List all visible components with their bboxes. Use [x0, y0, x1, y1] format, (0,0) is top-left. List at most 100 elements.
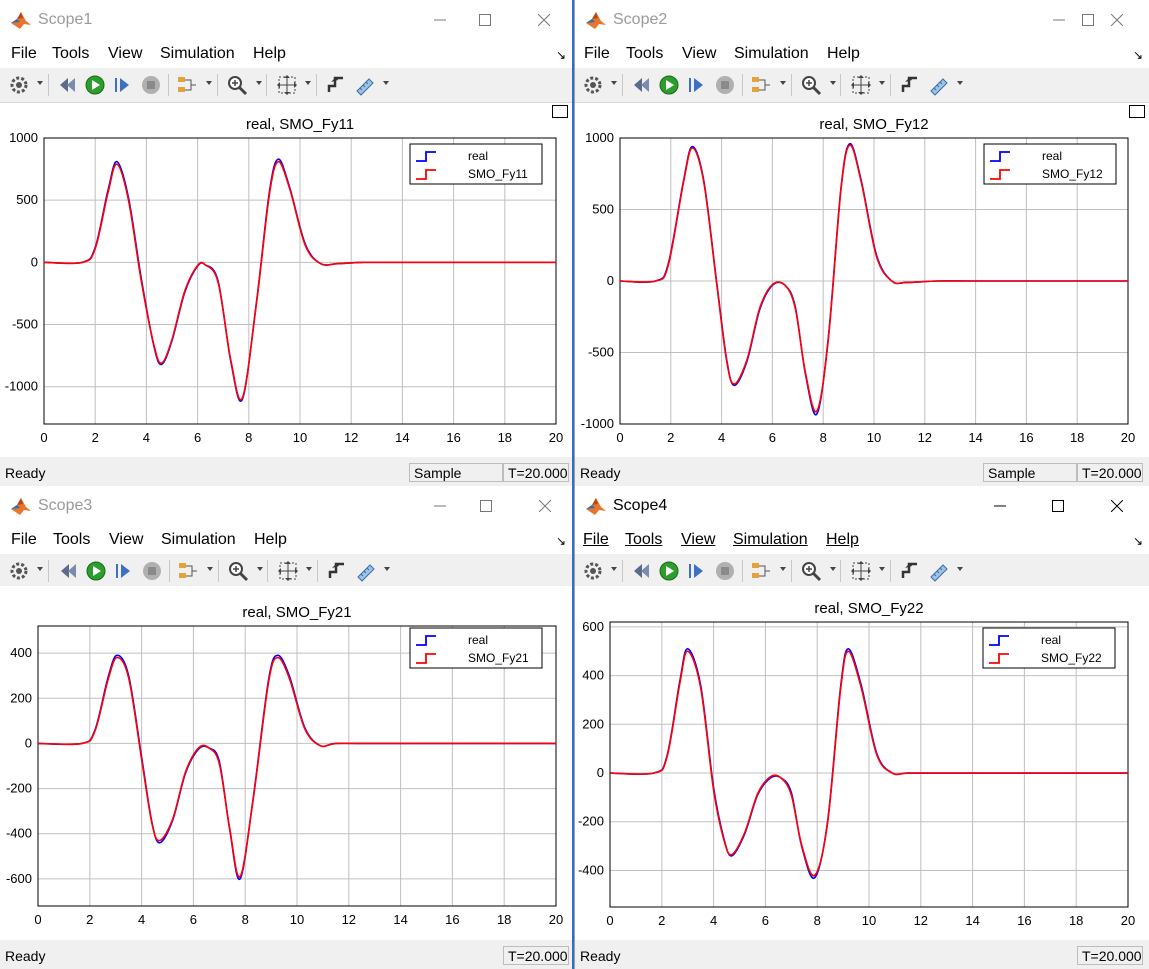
cursor-measurements-icon[interactable] — [928, 560, 950, 582]
menu-overflow-icon[interactable]: ↘ — [1133, 48, 1143, 62]
zoom-in-icon[interactable] — [227, 560, 249, 582]
maximize-button[interactable] — [468, 6, 502, 34]
stop-icon[interactable] — [140, 74, 162, 96]
menu-overflow-icon[interactable]: ↘ — [1133, 534, 1143, 548]
triggers-icon[interactable] — [899, 560, 921, 582]
menu-overflow-icon[interactable]: ↘ — [556, 48, 566, 62]
menu-simulation[interactable]: Simulation — [734, 45, 809, 63]
title-bar[interactable]: Scope2 — [575, 0, 1149, 40]
run-icon[interactable] — [85, 560, 107, 582]
chevron-down-icon[interactable] — [780, 81, 786, 85]
undock-icon[interactable] — [552, 105, 568, 118]
close-button[interactable] — [1100, 6, 1134, 34]
chevron-down-icon[interactable] — [383, 81, 389, 85]
maximize-button[interactable] — [469, 492, 503, 520]
rewind-icon[interactable] — [57, 560, 79, 582]
menu-simulation[interactable]: Simulation — [733, 531, 808, 549]
rewind-icon[interactable] — [56, 74, 78, 96]
chevron-down-icon[interactable] — [37, 81, 43, 85]
stop-icon[interactable] — [141, 560, 163, 582]
scope1-chart[interactable]: real, SMO_Fy11 0 2 4 6 8 10 12 14 16 18 20 -1000 -500… — [0, 103, 572, 457]
chevron-down-icon[interactable] — [780, 567, 786, 571]
zoom-in-icon[interactable] — [800, 560, 822, 582]
menu-file[interactable]: File — [584, 45, 610, 63]
zoom-in-icon[interactable] — [226, 74, 248, 96]
menu-file[interactable]: File — [11, 45, 37, 63]
scope3-chart[interactable]: real, SMO_Fy21 0 2 4 6 8 10 12 14 16 18 20 -600 -400 -… — [0, 586, 572, 944]
step-forward-icon[interactable] — [686, 74, 708, 96]
run-icon[interactable] — [658, 74, 680, 96]
step-forward-icon[interactable] — [112, 74, 134, 96]
stop-icon[interactable] — [714, 74, 736, 96]
scope4-chart[interactable]: real, SMO_Fy22 0 2 4 6 8 10 12 14 16 18 20 -400 -200 0… — [575, 586, 1149, 944]
step-forward-icon[interactable] — [686, 560, 708, 582]
run-icon[interactable] — [84, 74, 106, 96]
menu-simulation[interactable]: Simulation — [161, 531, 236, 549]
cursor-measurements-icon[interactable] — [355, 560, 377, 582]
chevron-down-icon[interactable] — [957, 567, 963, 571]
chevron-down-icon[interactable] — [384, 567, 390, 571]
chevron-down-icon[interactable] — [257, 567, 263, 571]
title-bar[interactable]: Scope4 — [575, 486, 1149, 526]
fit-to-view-icon[interactable] — [277, 560, 299, 582]
fit-to-view-icon[interactable] — [850, 74, 872, 96]
close-button[interactable] — [527, 6, 561, 34]
close-button[interactable] — [1100, 492, 1134, 520]
menu-view[interactable]: View — [108, 45, 142, 63]
triggers-icon[interactable] — [326, 560, 348, 582]
signal-selector-icon[interactable] — [176, 74, 198, 96]
menu-tools[interactable]: Tools — [53, 531, 90, 549]
menu-simulation[interactable]: Simulation — [160, 45, 235, 63]
cursor-measurements-icon[interactable] — [354, 74, 376, 96]
menu-help[interactable]: Help — [254, 531, 287, 549]
chevron-down-icon[interactable] — [957, 81, 963, 85]
gear-icon[interactable] — [582, 560, 604, 582]
chevron-down-icon[interactable] — [37, 567, 43, 571]
menu-file[interactable]: File — [583, 531, 609, 549]
menu-view[interactable]: View — [109, 531, 143, 549]
menu-tools[interactable]: Tools — [52, 45, 89, 63]
run-icon[interactable] — [658, 560, 680, 582]
title-bar[interactable]: Scope3 — [0, 486, 572, 526]
triggers-icon[interactable] — [325, 74, 347, 96]
fit-to-view-icon[interactable] — [850, 560, 872, 582]
menu-view[interactable]: View — [682, 45, 716, 63]
close-button[interactable] — [528, 492, 562, 520]
signal-selector-icon[interactable] — [750, 560, 772, 582]
chevron-down-icon[interactable] — [879, 81, 885, 85]
gear-icon[interactable] — [8, 74, 30, 96]
chevron-down-icon[interactable] — [256, 81, 262, 85]
maximize-button[interactable] — [1041, 492, 1075, 520]
menu-tools[interactable]: Tools — [626, 45, 663, 63]
minimize-button[interactable] — [983, 492, 1017, 520]
chevron-down-icon[interactable] — [879, 567, 885, 571]
chevron-down-icon[interactable] — [305, 81, 311, 85]
menu-file[interactable]: File — [11, 531, 37, 549]
fit-to-view-icon[interactable] — [276, 74, 298, 96]
zoom-in-icon[interactable] — [800, 74, 822, 96]
menu-help[interactable]: Help — [253, 45, 286, 63]
chevron-down-icon[interactable] — [611, 81, 617, 85]
scope2-chart[interactable]: real, SMO_Fy12 0 2 4 6 8 10 12 14 16 18 20 -1000 -500… — [575, 103, 1149, 457]
cursor-measurements-icon[interactable] — [928, 74, 950, 96]
minimize-button[interactable] — [423, 492, 457, 520]
menu-help[interactable]: Help — [826, 531, 859, 549]
rewind-icon[interactable] — [630, 74, 652, 96]
menu-view[interactable]: View — [681, 531, 715, 549]
chevron-down-icon[interactable] — [830, 567, 836, 571]
signal-selector-icon[interactable] — [750, 74, 772, 96]
title-bar[interactable]: Scope1 — [0, 0, 572, 40]
menu-tools[interactable]: Tools — [625, 531, 662, 549]
menu-overflow-icon[interactable]: ↘ — [556, 534, 566, 548]
chevron-down-icon[interactable] — [830, 81, 836, 85]
chevron-down-icon[interactable] — [306, 567, 312, 571]
triggers-icon[interactable] — [899, 74, 921, 96]
chevron-down-icon[interactable] — [206, 81, 212, 85]
chevron-down-icon[interactable] — [611, 567, 617, 571]
stop-icon[interactable] — [714, 560, 736, 582]
signal-selector-icon[interactable] — [177, 560, 199, 582]
chevron-down-icon[interactable] — [207, 567, 213, 571]
rewind-icon[interactable] — [630, 560, 652, 582]
minimize-button[interactable] — [423, 6, 457, 34]
gear-icon[interactable] — [8, 560, 30, 582]
